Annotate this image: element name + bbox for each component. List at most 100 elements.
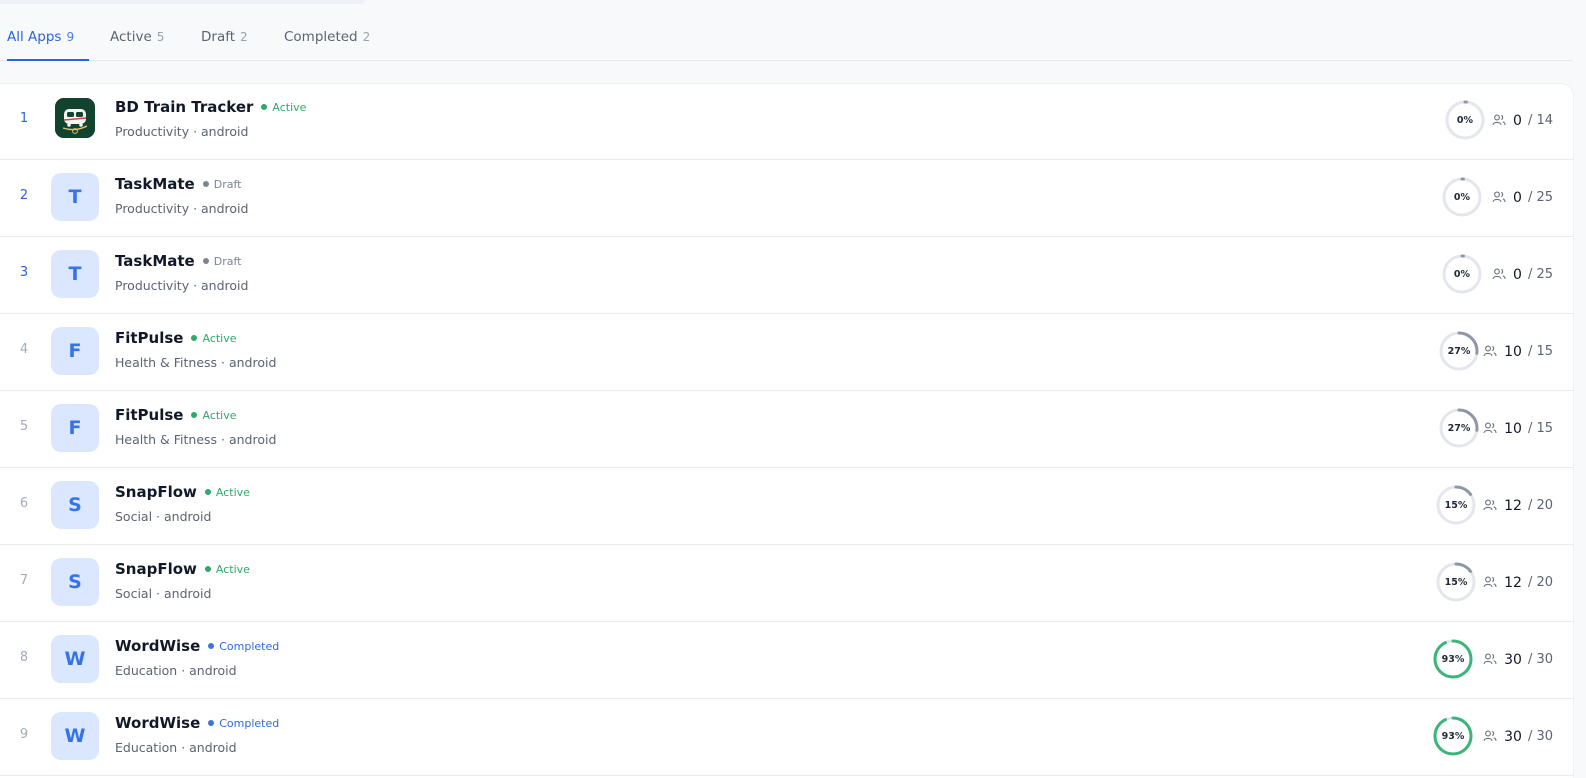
users-total: / 20 xyxy=(1527,575,1553,590)
rank-number: 6 xyxy=(19,496,29,511)
tester-count: 30 / 30 xyxy=(1483,727,1553,746)
users-current: 0 xyxy=(1513,112,1522,129)
rank-number: 9 xyxy=(19,727,29,742)
app-row[interactable]: 9 W WordWise Completed Education · android 93… xyxy=(0,698,1573,776)
app-letter-avatar: T xyxy=(51,173,99,221)
users-total: / 20 xyxy=(1527,498,1553,513)
app-row[interactable]: 4 F FitPulse Active Health & Fitness · andro… xyxy=(0,313,1573,391)
filter-tabs: All Apps 9 Active 5 Draft 2 Completed 2 xyxy=(0,0,1573,61)
tab-label: Completed xyxy=(284,29,358,45)
app-title-line: FitPulse Active xyxy=(115,329,237,347)
status-badge: Active xyxy=(261,101,306,114)
app-name[interactable]: BD Train Tracker xyxy=(115,98,253,116)
tester-count: 10 / 15 xyxy=(1483,342,1553,361)
status-label: Active xyxy=(215,562,250,576)
app-meta: Productivity · android xyxy=(115,201,249,216)
status-label: Active xyxy=(272,100,307,114)
app-row[interactable]: 6 S SnapFlow Active Social · android 15% 12 / 2… xyxy=(0,467,1573,545)
app-meta: Productivity · android xyxy=(115,278,249,293)
tab-count: 5 xyxy=(156,30,165,44)
app-row[interactable]: 1 BD Train Tracker Active Productivity · an… xyxy=(0,82,1573,160)
tab-draft[interactable]: Draft 2 xyxy=(201,29,248,59)
app-name[interactable]: TaskMate xyxy=(115,175,195,193)
app-row[interactable]: 5 F FitPulse Active Health & Fitness · andro… xyxy=(0,390,1573,468)
status-dot-icon xyxy=(261,104,268,110)
app-letter-avatar: W xyxy=(51,712,99,760)
app-row[interactable]: 8 W WordWise Completed Education · android 93… xyxy=(0,621,1573,699)
status-label: Completed xyxy=(219,639,280,653)
status-dot-icon xyxy=(204,489,211,495)
status-label: Active xyxy=(202,331,237,345)
status-badge: Completed xyxy=(208,640,279,653)
app-meta: Health & Fitness · android xyxy=(115,432,277,447)
app-meta: Productivity · android xyxy=(115,124,249,139)
progress-percent: 27% xyxy=(1447,422,1471,434)
rank-number: 7 xyxy=(19,573,29,588)
progress-percent: 93% xyxy=(1441,730,1465,742)
status-dot-icon xyxy=(202,258,209,264)
tab-active[interactable]: Active 5 xyxy=(110,29,164,59)
status-badge: Active xyxy=(204,562,250,576)
users-total: / 15 xyxy=(1527,421,1553,436)
status-badge: Active xyxy=(191,331,237,345)
app-name[interactable]: SnapFlow xyxy=(115,483,197,501)
app-name[interactable]: WordWise xyxy=(115,714,200,732)
status-dot-icon xyxy=(191,412,198,418)
users-icon xyxy=(1483,650,1497,669)
app-row[interactable]: 2 T TaskMate Draft Productivity · android 0% 0… xyxy=(0,159,1573,237)
progress-ring: 15% xyxy=(1435,484,1477,526)
app-letter-avatar: S xyxy=(51,481,99,529)
tester-count: 10 / 15 xyxy=(1483,419,1553,438)
status-label: Completed xyxy=(219,716,280,730)
progress-percent: 0% xyxy=(1453,268,1471,280)
users-total: / 25 xyxy=(1527,267,1553,282)
app-name[interactable]: FitPulse xyxy=(115,406,183,424)
users-icon xyxy=(1483,342,1497,361)
status-dot-icon xyxy=(202,181,209,187)
app-name[interactable]: TaskMate xyxy=(115,252,195,270)
tester-count: 12 / 20 xyxy=(1483,573,1553,592)
users-current: 10 xyxy=(1504,343,1522,360)
users-current: 10 xyxy=(1504,420,1522,437)
status-badge: Draft xyxy=(202,177,242,191)
progress-percent: 27% xyxy=(1447,345,1471,357)
progress-ring: 0% xyxy=(1441,253,1483,295)
tab-all-apps[interactable]: All Apps 9 xyxy=(7,29,89,61)
users-icon xyxy=(1492,188,1506,207)
app-letter-avatar: T xyxy=(51,250,99,298)
app-name[interactable]: WordWise xyxy=(115,637,200,655)
status-label: Draft xyxy=(213,254,242,268)
progress-ring: 0% xyxy=(1444,99,1486,141)
tab-count: 2 xyxy=(362,30,371,44)
tester-count: 0 / 25 xyxy=(1492,188,1553,207)
app-name[interactable]: FitPulse xyxy=(115,329,183,347)
app-letter-avatar: F xyxy=(51,404,99,452)
status-label: Draft xyxy=(213,177,242,191)
tab-completed[interactable]: Completed 2 xyxy=(284,29,370,59)
progress-percent: 0% xyxy=(1456,114,1474,126)
status-badge: Completed xyxy=(208,717,279,730)
progress-ring: 15% xyxy=(1435,561,1477,603)
app-title-line: TaskMate Draft xyxy=(115,252,241,270)
app-row[interactable]: 3 T TaskMate Draft Productivity · android 0% 0… xyxy=(0,236,1573,314)
users-total: / 14 xyxy=(1527,113,1553,128)
status-badge: Draft xyxy=(202,254,242,268)
rank-number: 3 xyxy=(19,265,29,280)
users-icon xyxy=(1483,419,1497,438)
tester-count: 12 / 20 xyxy=(1483,496,1553,515)
status-dot-icon xyxy=(191,335,198,341)
app-meta: Social · android xyxy=(115,586,212,601)
users-icon xyxy=(1483,727,1497,746)
app-name[interactable]: SnapFlow xyxy=(115,560,197,578)
tab-label: Active xyxy=(110,29,152,45)
progress-ring: 27% xyxy=(1438,407,1480,449)
rank-number: 5 xyxy=(19,419,29,434)
app-meta: Health & Fitness · android xyxy=(115,355,277,370)
app-title-line: SnapFlow Active xyxy=(115,560,250,578)
status-dot-icon xyxy=(208,720,215,726)
train-app-logo-icon xyxy=(55,98,95,138)
app-title-line: BD Train Tracker Active xyxy=(115,98,306,116)
app-letter-avatar: F xyxy=(51,327,99,375)
app-row[interactable]: 7 S SnapFlow Active Social · android 15% 12 / 2… xyxy=(0,544,1573,622)
users-current: 0 xyxy=(1513,189,1522,206)
